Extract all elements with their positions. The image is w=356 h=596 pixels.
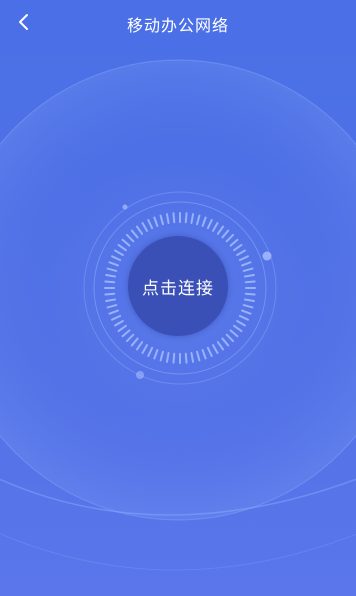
dial-tick (106, 304, 118, 309)
dial-tick (241, 309, 252, 315)
page-title: 移动办公网络 (126, 16, 229, 35)
dial-tick (201, 216, 207, 227)
dial-tick (190, 352, 195, 363)
dial-tick (121, 238, 131, 247)
dial-tick (172, 212, 176, 224)
dial-tick (121, 329, 131, 338)
dial-orbit-dot-large (262, 251, 272, 261)
dial-tick (229, 329, 239, 338)
dial-tick (244, 273, 255, 278)
dial-tick (216, 225, 225, 235)
dial-tick (225, 333, 235, 343)
dial-tick (111, 255, 122, 262)
dial-tick (153, 216, 159, 227)
dial-tick (125, 333, 135, 343)
dial-tick (238, 314, 249, 321)
dial-tick (141, 344, 148, 354)
dial-tick (196, 350, 201, 362)
dial-tick (105, 273, 116, 278)
dial-tick (135, 225, 144, 235)
dial-tick (117, 324, 127, 333)
dial-tick (172, 352, 176, 364)
dial-tick (104, 280, 116, 284)
app-screen: 移动办公网络 点击连接 (0, 0, 356, 596)
dial-tick (216, 341, 225, 351)
dial-tick (225, 233, 235, 243)
dial-tick (111, 314, 122, 321)
connect-button-label: 点击连接 (142, 278, 214, 299)
dial-tick (125, 233, 135, 243)
dial-tick (236, 320, 246, 327)
dial-tick (147, 346, 154, 357)
dial-tick (153, 349, 159, 360)
dial-tick (108, 261, 119, 267)
nav-bar: 移动办公网络 (0, 0, 356, 46)
dial-tick (159, 350, 164, 362)
dial-tick (206, 346, 213, 357)
dial-tick (135, 341, 144, 351)
dial-tick (184, 212, 188, 224)
dial-tick (106, 267, 118, 272)
dial-tick (196, 214, 201, 226)
dial-tick (105, 298, 116, 303)
dial-tick (233, 243, 243, 252)
dial-tick (244, 280, 256, 284)
dial-orbit-dot-top (122, 204, 128, 210)
dial-tick (201, 349, 207, 360)
dial-tick (242, 304, 254, 309)
dial-tick (108, 309, 119, 315)
dial-tick (238, 255, 249, 262)
dial-orbit-dot-left (136, 371, 144, 379)
dial-tick (242, 267, 254, 272)
dial-tick (206, 219, 213, 230)
dial-tick (233, 324, 243, 333)
dial-tick (241, 261, 252, 267)
dial-tick (244, 298, 255, 303)
dial-tick (104, 292, 116, 296)
connect-button[interactable]: 点击连接 (128, 236, 228, 336)
dial-tick (141, 222, 148, 232)
dial-tick (130, 337, 139, 347)
dial-tick (244, 292, 256, 296)
dial-tick (114, 320, 124, 327)
dial-tick (117, 243, 127, 252)
dial-tick (236, 249, 246, 256)
dial-tick (212, 344, 219, 354)
dial-tick (190, 213, 195, 224)
dial-tick (159, 214, 164, 226)
dial-tick (229, 238, 239, 247)
dial-tick (212, 222, 219, 232)
dial-tick (221, 229, 230, 239)
dial-tick (130, 229, 139, 239)
dial-tick (221, 337, 230, 347)
dial-tick (165, 213, 170, 224)
dial-tick (165, 352, 170, 363)
dial-tick (147, 219, 154, 230)
dial-tick (114, 249, 124, 256)
dial-tick (184, 352, 188, 364)
